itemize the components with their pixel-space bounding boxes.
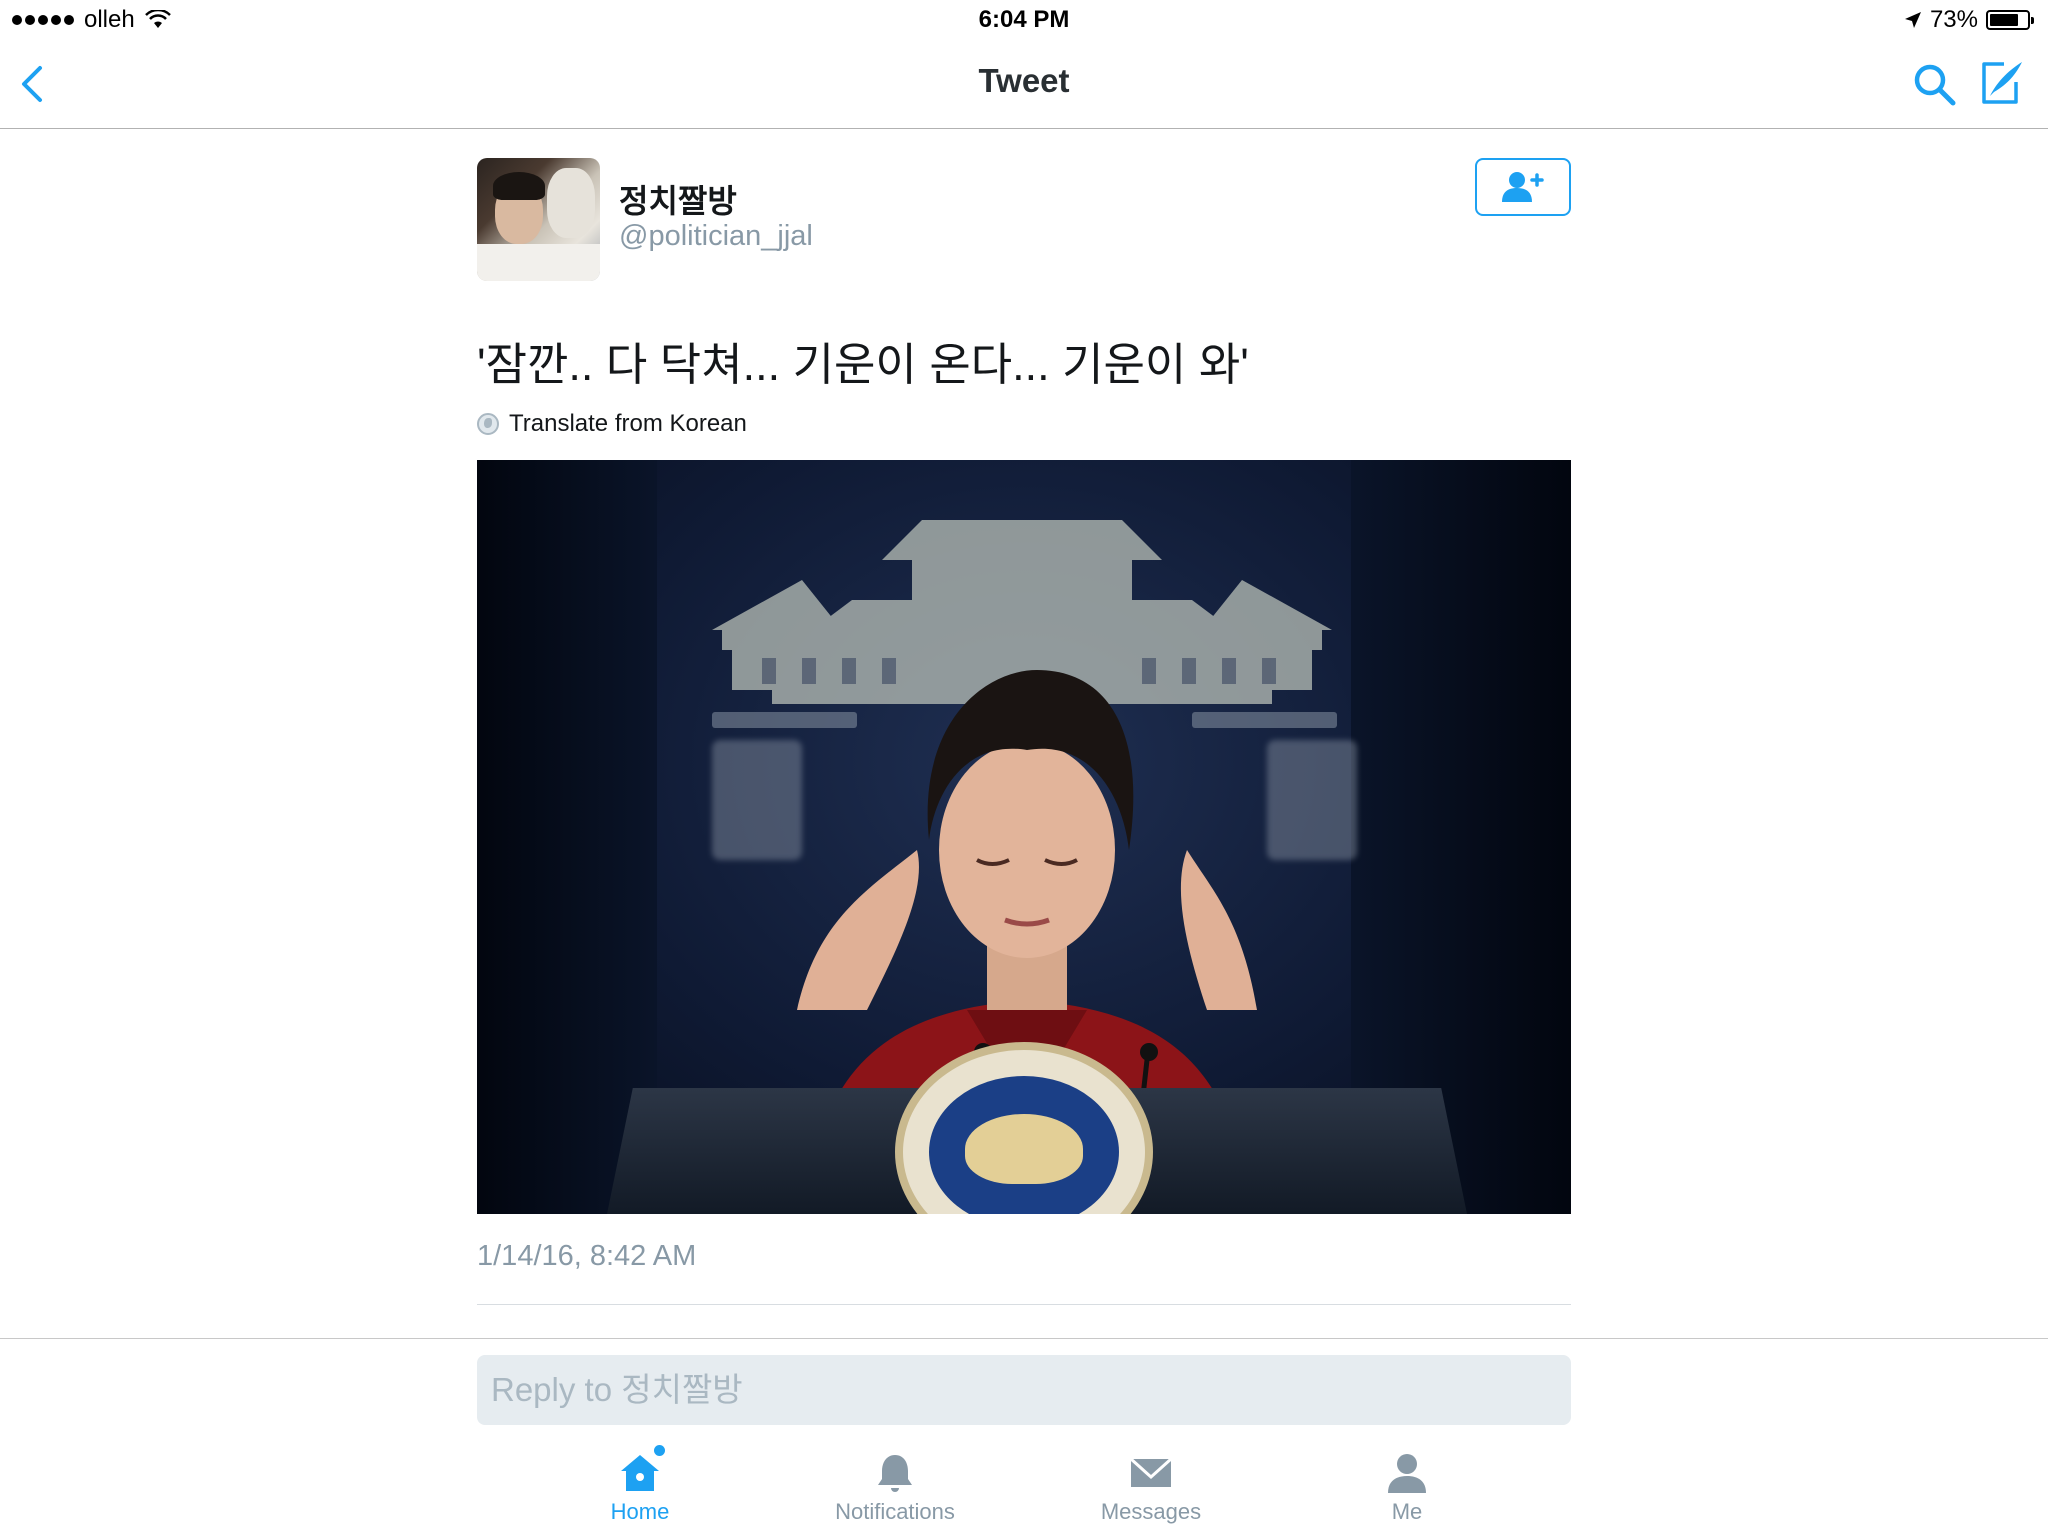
tab-home[interactable]: Home — [550, 1445, 730, 1525]
home-icon — [617, 1445, 665, 1495]
add-user-icon — [1502, 172, 1544, 202]
battery-percent: 73% — [1929, 6, 1978, 33]
translate-label: Translate from Korean — [509, 410, 747, 437]
navigation-bar: Tweet — [0, 40, 2048, 129]
tab-notifications-label: Notifications — [835, 1499, 955, 1524]
tab-bar: Home Notifications Messages Me — [0, 1445, 2048, 1537]
author-avatar[interactable] — [477, 158, 600, 281]
tweet-timestamp: 1/14/16, 8:42 AM — [477, 1240, 697, 1272]
tweet-text: '잠깐.. 다 닥쳐... 기운이 온다... 기운이 와' — [477, 339, 1249, 390]
search-icon — [1914, 64, 1956, 106]
reply-input[interactable]: Reply to 정치짤방 — [477, 1355, 1571, 1425]
compose-tweet-button[interactable] — [1976, 58, 2026, 108]
translate-link[interactable]: Translate from Korean — [477, 410, 747, 438]
search-button[interactable] — [1910, 60, 1958, 108]
battery-icon — [1986, 10, 2034, 30]
author-name[interactable]: 정치짤방 — [619, 176, 737, 222]
status-time: 6:04 PM — [978, 6, 1070, 33]
divider — [477, 1304, 1571, 1305]
author-handle[interactable]: @politician_jjal — [619, 220, 813, 253]
page-title: Tweet — [978, 62, 1070, 99]
envelope-icon — [1128, 1451, 1174, 1495]
bottom-panel: Reply to 정치짤방 Home Notifications Message… — [0, 1338, 2048, 1537]
tab-messages-label: Messages — [1100, 1499, 1202, 1524]
follow-button[interactable] — [1475, 158, 1571, 216]
tweet-photo[interactable] — [477, 460, 1571, 1214]
status-bar: olleh 6:04 PM 73% — [0, 0, 2048, 40]
compose-icon — [1982, 62, 2022, 104]
location-arrow-icon — [1904, 12, 1921, 28]
tab-home-label: Home — [610, 1499, 670, 1524]
tab-me[interactable]: Me — [1317, 1451, 1497, 1525]
unread-dot — [654, 1445, 665, 1456]
person-icon — [1384, 1451, 1430, 1495]
tab-notifications[interactable]: Notifications — [805, 1451, 985, 1525]
tab-messages[interactable]: Messages — [1061, 1451, 1241, 1525]
globe-icon — [477, 413, 499, 435]
bell-icon — [872, 1451, 918, 1495]
tab-me-label: Me — [1391, 1499, 1423, 1524]
battery-info: 73% — [1904, 6, 2034, 34]
